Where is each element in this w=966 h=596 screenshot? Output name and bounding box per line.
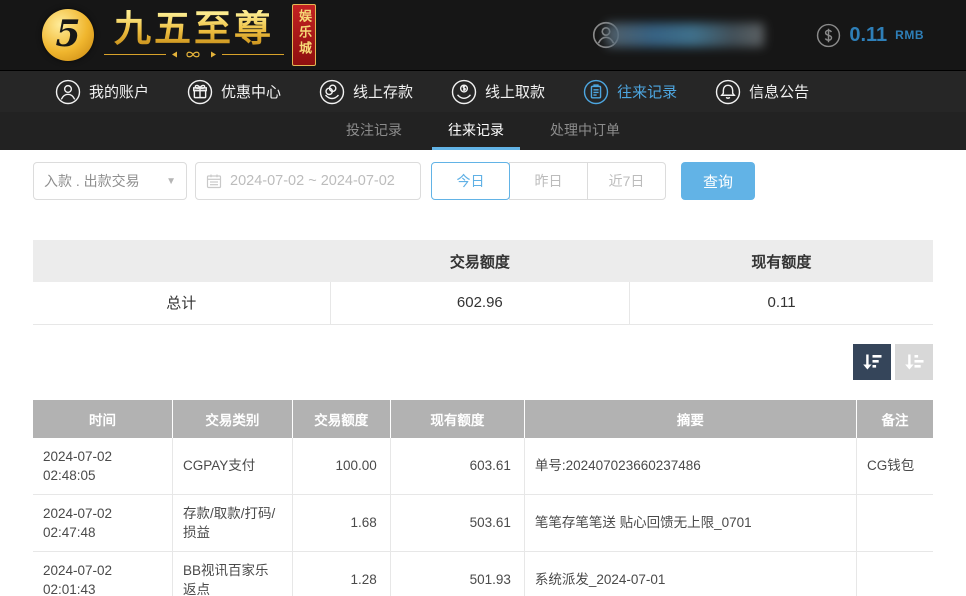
- table-row: 2024-07-02 02:48:05 CGPAY支付 100.00 603.6…: [33, 437, 933, 495]
- tab-transaction-records[interactable]: 往来记录: [432, 112, 520, 150]
- logo-badge: 娱乐城: [292, 4, 316, 66]
- nav-item-transactions[interactable]: 往来记录: [583, 79, 677, 105]
- gift-icon: [187, 79, 213, 104]
- tab-bet-records[interactable]: 投注记录: [330, 112, 418, 150]
- logo-flourish-icon: [104, 51, 284, 58]
- username-chip[interactable]: [592, 21, 765, 49]
- summary-total-trade: 602.96: [329, 282, 630, 325]
- withdraw-icon: [451, 79, 477, 104]
- date-range-input[interactable]: 2024-07-02 ~ 2024-07-02: [195, 162, 421, 200]
- quick-date-group: 今日 昨日 近7日: [431, 162, 666, 200]
- col-amount: 交易额度: [292, 399, 391, 438]
- table-row: 2024-07-02 02:47:48 存款/取款/打码/损益 1.68 503…: [33, 494, 933, 552]
- deposit-icon: [319, 79, 345, 104]
- col-type: 交易类别: [172, 399, 293, 438]
- user-icon: [55, 79, 81, 104]
- today-button[interactable]: 今日: [431, 162, 510, 200]
- site-title: 九五至尊: [114, 8, 274, 49]
- filter-bar: 入款 . 出款交易 ▼ 2024-07-02 ~ 2024-07-02 今日 昨…: [33, 162, 933, 200]
- last7days-button[interactable]: 近7日: [587, 162, 666, 200]
- search-button[interactable]: 查询: [681, 162, 755, 200]
- sort-asc-icon: [905, 354, 924, 369]
- summary-total-row: 总计 602.96 0.11: [33, 282, 933, 325]
- summary-header-row: 交易额度 现有额度: [33, 240, 933, 282]
- col-summary: 摘要: [524, 399, 857, 438]
- calendar-icon: [206, 174, 222, 189]
- balance-amount: 0.11: [849, 23, 888, 46]
- balance-currency: RMB: [895, 28, 924, 42]
- page-content: 入款 . 出款交易 ▼ 2024-07-02 ~ 2024-07-02 今日 昨…: [0, 162, 966, 596]
- transactions-table: 时间 交易类别 交易额度 现有额度 摘要 备注 2024-07-02 02:48…: [33, 399, 933, 596]
- summary-total-label: 总计: [33, 282, 330, 325]
- nav-item-withdraw[interactable]: 线上取款: [451, 79, 545, 105]
- record-tabs: 投注记录 往来记录 处理中订单: [0, 112, 966, 150]
- nav-item-deposit[interactable]: 线上存款: [319, 79, 413, 105]
- summary-col-trade: 交易额度: [330, 240, 630, 282]
- col-time: 时间: [33, 399, 173, 438]
- yesterday-button[interactable]: 昨日: [509, 162, 588, 200]
- site-logo[interactable]: 5 九五至尊 娱乐城: [42, 4, 316, 66]
- main-nav: 我的账户 优惠中心 线上存款 线上取款 往来记录 信息公告: [0, 70, 966, 112]
- summary-table: 交易额度 现有额度 总计 602.96 0.11: [33, 240, 933, 325]
- tab-pending-orders[interactable]: 处理中订单: [534, 112, 636, 150]
- bell-icon: [715, 79, 741, 104]
- nav-item-my-account[interactable]: 我的账户: [55, 79, 149, 105]
- chevron-down-icon: ▼: [166, 175, 176, 187]
- sort-descending-button[interactable]: [853, 343, 891, 380]
- sort-ascending-button[interactable]: [895, 343, 933, 380]
- logo-symbol: 5: [55, 13, 81, 55]
- balance-display[interactable]: 0.11 RMB: [816, 23, 924, 48]
- sort-desc-icon: [863, 354, 882, 369]
- transaction-type-select[interactable]: 入款 . 出款交易 ▼: [33, 162, 187, 200]
- table-row: 2024-07-02 02:01:43 BB视讯百家乐返点 1.28 501.9…: [33, 551, 933, 596]
- nav-item-announcements[interactable]: 信息公告: [715, 79, 809, 105]
- summary-total-balance: 0.11: [629, 282, 933, 325]
- summary-col-current: 现有额度: [629, 240, 933, 282]
- dollar-coin-icon: [817, 23, 841, 47]
- table-header-row: 时间 交易类别 交易额度 现有额度 摘要 备注: [33, 399, 933, 438]
- username-redacted: [606, 23, 765, 47]
- records-icon: [583, 79, 609, 104]
- logo-coin-icon: 5: [42, 9, 94, 61]
- col-note: 备注: [856, 399, 933, 438]
- sort-controls: [33, 343, 933, 380]
- top-header: 5 九五至尊 娱乐城 0.11 RMB: [0, 0, 966, 70]
- col-balance: 现有额度: [390, 399, 525, 438]
- nav-item-promotions[interactable]: 优惠中心: [187, 79, 281, 105]
